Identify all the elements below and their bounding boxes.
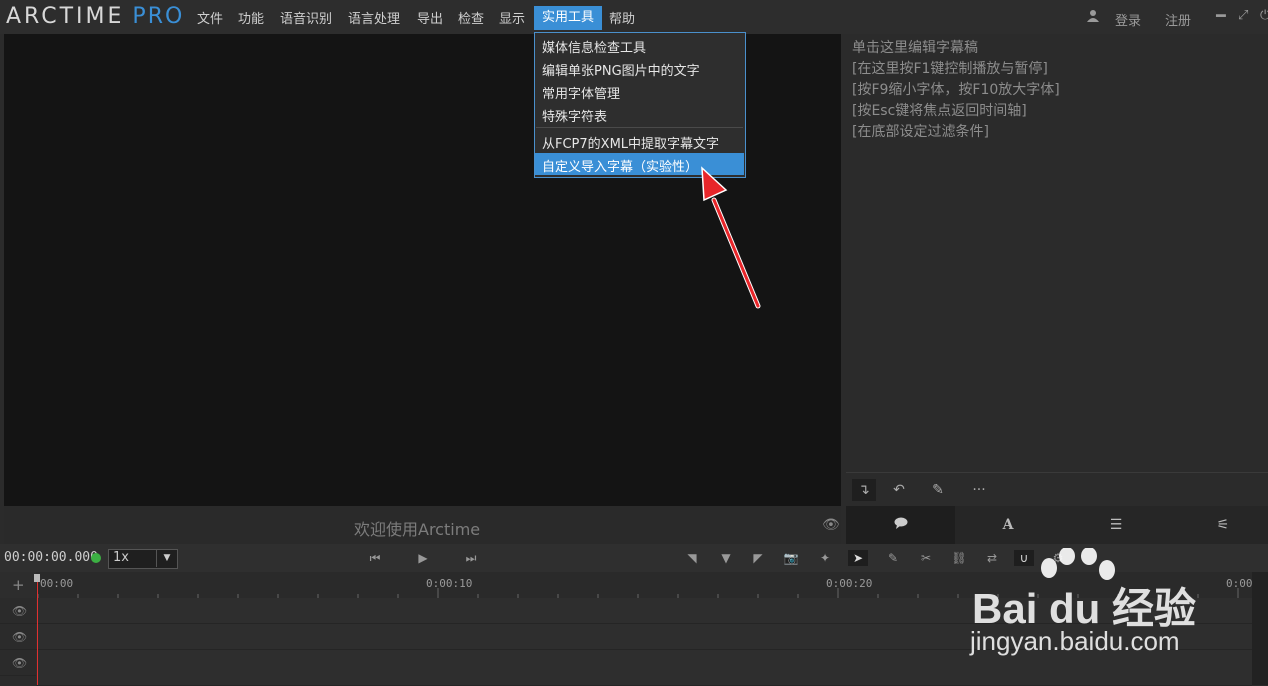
menu-help[interactable]: 帮助 [609,8,635,27]
user-icon [1086,9,1100,27]
maximize-icon[interactable]: ⤢ [1238,8,1248,23]
tab-subtitles[interactable] [846,506,955,544]
chevron-down-icon[interactable]: ▼ [156,549,177,567]
menu-view[interactable]: 显示 [499,8,525,27]
playhead[interactable] [37,574,38,685]
menu-item-media-info[interactable]: 媒体信息检查工具 [542,37,646,56]
edit-icon[interactable]: ✎ [883,550,903,566]
menu-check[interactable]: 检查 [458,8,484,27]
playhead-handle[interactable] [34,574,40,582]
swap-icon[interactable]: ⇄ [982,550,1002,566]
menu-speech-recognition[interactable]: 语音识别 [280,8,332,27]
menu-item-fcp7-xml[interactable]: 从FCP7的XML中提取字幕文字 [542,133,719,152]
undo-icon[interactable]: ↶ [887,479,911,501]
minimize-icon[interactable]: ━ [1216,6,1226,25]
status-indicator [91,553,101,563]
magnet-icon[interactable]: ∪ [1014,550,1034,566]
marker-icon[interactable]: ▼ [716,550,736,566]
register-link[interactable]: 注册 [1165,10,1191,29]
eye-icon[interactable]: 👁 [12,630,27,644]
play-icon[interactable]: ▶ [413,550,433,566]
watermark-url: jingyan.baidu.com [970,626,1180,656]
eye-icon[interactable]: 👁 [12,604,27,618]
magic-wand-icon[interactable]: ✦ [815,550,835,566]
more-icon[interactable]: ··· [967,479,991,501]
menu-item-special-chars[interactable]: 特殊字符表 [542,106,607,125]
logo-pro-text: PRO [132,4,185,29]
login-link[interactable]: 登录 [1115,10,1141,29]
menu-file[interactable]: 文件 [197,8,223,27]
ruler-label: 0:00:10 [426,577,473,590]
editor-hint: [在这里按F1键控制播放与暂停] [852,61,1048,77]
mark-out-icon[interactable]: ◤ [748,550,768,566]
speed-value: 1x [113,550,129,565]
logo-text: ARCTIME [6,4,125,29]
welcome-text: 欢迎使用Arctime [354,520,481,539]
editor-hint: [按F9缩小字体，按F10放大字体] [852,82,1060,98]
tab-list-icon[interactable]: ☰ [1063,506,1169,544]
next-icon[interactable]: ⏭ [461,550,481,566]
menu-function[interactable]: 功能 [238,8,264,27]
power-icon[interactable]: ⏻ [1260,8,1268,23]
add-track-icon[interactable]: + [12,576,25,594]
app-logo: ARCTIME PRO [6,4,184,29]
ruler-label: 0:00:20 [826,577,873,590]
eye-icon[interactable]: 👁 [12,656,27,670]
camera-icon[interactable]: 📷 [781,550,801,566]
menu-item-edit-png-text[interactable]: 编辑单张PNG图片中的文字 [542,60,700,79]
select-cursor-icon[interactable]: ➤ [848,550,868,566]
menu-export[interactable]: 导出 [417,8,443,27]
menu-item-custom-import[interactable]: 自定义导入字幕（实验性） [542,156,698,175]
editor-hint: [在底部设定过滤条件] [852,124,989,140]
prev-icon[interactable]: ⏮ [365,550,385,566]
menu-item-font-management[interactable]: 常用字体管理 [542,83,620,102]
link-icon[interactable]: ⛓ [949,550,969,566]
chat-icon [894,517,907,529]
editor-hint: [按Esc键将焦点返回时间轴] [852,103,1027,119]
menu-language-processing[interactable]: 语言处理 [348,8,400,27]
track-controls-strip [1252,572,1268,685]
annotation-arrow-icon [701,166,761,309]
insert-icon[interactable]: ↴ [852,479,876,501]
editor-hint: 单击这里编辑字幕稿 [852,40,978,56]
menu-utilities[interactable]: 实用工具 [534,6,602,30]
pencil-icon[interactable]: ✎ [926,479,950,501]
timecode: 00:00:00.000 [4,550,98,565]
tab-font-icon[interactable]: A [955,506,1061,544]
ruler-label: 00:00 [40,577,74,590]
menu-separator [536,127,743,128]
scissors-icon[interactable]: ✂ [916,550,936,566]
mark-in-icon[interactable]: ◥ [682,550,702,566]
eye-icon[interactable]: 👁 [822,517,840,533]
tab-settings-icon[interactable]: ⚟ [1170,506,1268,544]
ruler-header: + [0,572,36,598]
